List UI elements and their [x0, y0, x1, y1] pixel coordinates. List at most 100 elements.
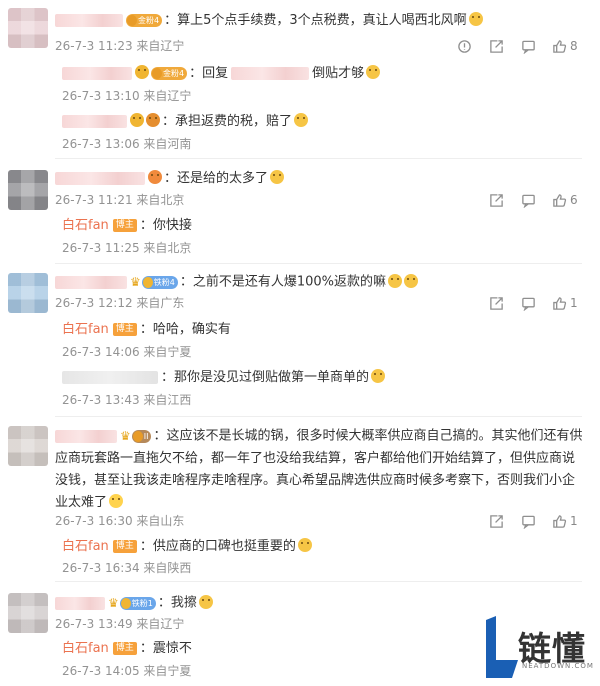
reply-time: 26-7-3 11:25 来自北京: [62, 241, 192, 255]
emoji-icon: [371, 369, 386, 383]
logo-mark-icon: [486, 616, 518, 678]
reply-time: 26-7-3 14:06 来自宁夏: [62, 345, 192, 359]
comment-body: ：还是给的太多了: [55, 170, 285, 188]
username-blurred[interactable]: [55, 14, 123, 27]
reply-author[interactable]: 白石fan: [62, 539, 109, 554]
reply-1: 金粉4 ：回复 倒贴才够: [62, 65, 381, 83]
comment-actions: 1: [476, 294, 582, 312]
reply-1: 白石fan 博主 ：震惊不: [62, 640, 192, 658]
reply-1: 白石fan 博主 ：供应商的口碑也挺重要的: [62, 538, 312, 556]
report-icon[interactable]: [452, 37, 476, 55]
avatar[interactable]: [8, 426, 48, 466]
reply-time: 26-7-3 14:05 来自宁夏: [62, 664, 192, 678]
site-logo: 链懂 NEATDOWN.COM: [482, 614, 594, 682]
like-icon[interactable]: 1: [548, 294, 582, 312]
crown-icon: ♛: [108, 596, 119, 610]
badge-icon: [130, 113, 144, 127]
reply-text: ：回复: [189, 66, 229, 81]
comment-icon[interactable]: [516, 191, 540, 209]
like-icon[interactable]: 1: [548, 512, 582, 530]
comment-time: 26-7-3 12:12 来自广东: [55, 296, 185, 310]
reply-author[interactable]: 白石fan: [62, 641, 109, 656]
share-icon[interactable]: [484, 512, 508, 530]
reply-author[interactable]: 白石fan: [62, 218, 109, 233]
reply-text: ：承担返费的税，赔了: [162, 114, 293, 129]
reply-1: 白石fan 博主 ：哈哈，确实有: [62, 321, 231, 339]
logo-subtext: NEATDOWN.COM: [522, 662, 594, 670]
comment-actions: 6: [476, 191, 582, 209]
username-blurred[interactable]: [55, 275, 127, 289]
share-icon[interactable]: [484, 191, 508, 209]
reply-text: ：震惊不: [139, 641, 192, 656]
emoji-icon: [297, 538, 312, 552]
comment-body: ♛ 铁粉4 ：之前不是还有人爆100%返款的嘛: [55, 273, 419, 292]
reply-2: ：承担返费的税，赔了: [62, 113, 309, 131]
crown-icon: ♛: [130, 275, 141, 289]
reply-time: 26-7-3 13:06 来自河南: [62, 137, 192, 151]
share-icon[interactable]: [484, 294, 508, 312]
reply-text: ：你快接: [139, 218, 192, 233]
avatar[interactable]: [8, 593, 48, 633]
like-icon[interactable]: 8: [548, 37, 582, 55]
avatar[interactable]: [8, 170, 48, 210]
emoji-icon: [468, 12, 483, 26]
author-tag: 博主: [112, 540, 137, 553]
mention-blurred[interactable]: [231, 67, 310, 80]
avatar[interactable]: [8, 8, 48, 48]
comment-icon[interactable]: [516, 512, 540, 530]
like-count: 8: [570, 39, 578, 53]
fan-badge: 铁粉4: [141, 275, 178, 289]
username-blurred[interactable]: [62, 371, 158, 384]
fan-badge: 金粉4: [126, 14, 163, 27]
divider: [55, 158, 582, 159]
badge-icon: [135, 65, 149, 79]
comment-time: 26-7-3 13:49 来自辽宁: [55, 617, 185, 631]
comment-time: 26-7-3 16:30 来自山东: [55, 514, 185, 528]
comment-body: ♛ II ：这应该不是长城的锅，很多时候大概率供应商自己搞的。其实他们还有供应商玩套…: [55, 425, 585, 514]
reply-text: ：哈哈，确实有: [139, 322, 231, 337]
crown-icon: ♛: [120, 429, 131, 443]
like-icon[interactable]: 6: [548, 191, 582, 209]
like-count: 1: [570, 296, 578, 310]
username-blurred[interactable]: [55, 429, 117, 443]
comment-actions: 8: [444, 37, 582, 55]
emoji-icon: [109, 493, 124, 508]
comment-body: 金粉4 ：算上5个点手续费，3个点税费，真让人喝西北风啊: [55, 12, 483, 30]
comment-icon[interactable]: [516, 294, 540, 312]
username-blurred[interactable]: [55, 596, 105, 610]
comment-text: ：算上5个点手续费，3个点税费，真让人喝西北风啊: [164, 13, 467, 28]
reply-text: ：那你是没见过倒贴做第一单商单的: [161, 370, 370, 385]
reply-text: ：供应商的口碑也挺重要的: [139, 539, 296, 554]
comment-time: 26-7-3 11:23 来自辽宁: [55, 39, 185, 53]
avatar[interactable]: [8, 273, 48, 313]
reply-time: 26-7-3 13:10 来自辽宁: [62, 89, 192, 103]
emoji-icon: [270, 170, 285, 184]
reply-author[interactable]: 白石fan: [62, 322, 109, 337]
comment-3: ♛ 铁粉4 ：之前不是还有人爆100%返款的嘛 26-7-3 12:12 来自广东 …: [0, 263, 600, 417]
comment-4: ♛ II ：这应该不是长城的锅，很多时候大概率供应商自己搞的。其实他们还有供应商玩套…: [0, 416, 600, 582]
emoji-icon: [294, 113, 309, 127]
reply-time: 26-7-3 16:34 来自陕西: [62, 561, 192, 575]
author-tag: 博主: [112, 219, 137, 232]
emoji-icon: [198, 594, 213, 609]
reply-text-tail: 倒贴才够: [312, 66, 365, 81]
reply-time: 26-7-3 13:43 来自江西: [62, 393, 192, 407]
emoji-icon: [388, 273, 403, 288]
comment-1: 金粉4 ：算上5个点手续费，3个点税费，真让人喝西北风啊 26-7-3 11:23…: [0, 0, 600, 160]
comment-2: ：还是给的太多了 26-7-3 11:21 来自北京 6 白石fan 博主 ：你快接…: [0, 160, 600, 264]
emoji-icon: [404, 273, 419, 288]
comment-text: ：之前不是还有人爆100%返款的嘛: [179, 274, 387, 290]
comment-icon[interactable]: [516, 37, 540, 55]
username-blurred[interactable]: [55, 172, 145, 185]
fan-badge: 铁粉1: [119, 596, 156, 610]
share-icon[interactable]: [484, 37, 508, 55]
username-blurred[interactable]: [62, 115, 127, 128]
author-tag: 博主: [112, 323, 137, 336]
emoji-icon: [366, 65, 381, 79]
username-blurred[interactable]: [62, 67, 132, 80]
comment-body: ♛ 铁粉1 ：我擦: [55, 594, 213, 613]
badge-icon: [148, 170, 162, 184]
reply-2: ：那你是没见过倒贴做第一单商单的: [62, 369, 386, 387]
comment-actions: 1: [476, 512, 582, 530]
reply-1: 白石fan 博主 ：你快接: [62, 217, 192, 235]
